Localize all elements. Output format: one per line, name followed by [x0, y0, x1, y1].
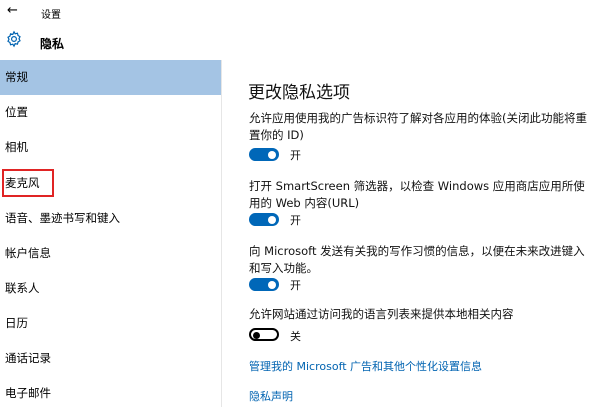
privacy-statement-link[interactable]: 隐私声明	[249, 388, 293, 404]
main-content: 更改隐私选项 允许应用使用我的广告标识符了解对各应用的体验(关闭此功能将重置你的…	[232, 60, 600, 407]
advertising-id-toggle[interactable]	[249, 148, 279, 161]
page-header: 隐私	[0, 26, 600, 60]
option-smartscreen-text: 打开 SmartScreen 筛选器，以检查 Windows 应用商店应用所使用…	[249, 179, 585, 210]
back-arrow-icon[interactable]: ←	[7, 3, 18, 18]
writing-info-toggle-label: 开	[290, 279, 301, 292]
page-title: 隐私	[40, 37, 65, 51]
section-title: 更改隐私选项	[248, 83, 350, 103]
option-writing-info-text: 向 Microsoft 发送有关我的写作习惯的信息，以便在未来改进键入和写入功能…	[249, 244, 585, 275]
advertising-id-toggle-label: 开	[290, 149, 301, 162]
option-language-list-text: 允许网站通过访问我的语言列表来提供本地相关内容	[249, 307, 514, 321]
sidebar-item-speech-inking-typing[interactable]: 语音、墨迹书写和键入	[0, 201, 221, 236]
sidebar-item-account-info[interactable]: 帐户信息	[0, 236, 221, 271]
manage-ads-link[interactable]: 管理我的 Microsoft 广告和其他个性化设置信息	[249, 358, 482, 374]
sidebar-item-general[interactable]: 常规	[0, 60, 221, 95]
gear-icon	[7, 30, 21, 48]
language-list-toggle[interactable]	[249, 328, 279, 341]
sidebar-item-call-history[interactable]: 通话记录	[0, 341, 221, 376]
sidebar: 常规 位置 相机 麦克风 语音、墨迹书写和键入 帐户信息 联系人 日历 通话记录…	[0, 60, 222, 407]
writing-info-toggle[interactable]	[249, 278, 279, 291]
sidebar-item-email[interactable]: 电子邮件	[0, 376, 221, 411]
option-advertising-id-text: 允许应用使用我的广告标识符了解对各应用的体验(关闭此功能将重置你的 ID)	[249, 111, 587, 142]
language-list-toggle-label: 关	[290, 330, 301, 343]
title-bar: ← 设置	[0, 0, 600, 26]
smartscreen-toggle[interactable]	[249, 213, 279, 226]
sidebar-item-contacts[interactable]: 联系人	[0, 271, 221, 306]
smartscreen-toggle-label: 开	[290, 214, 301, 227]
sidebar-item-microphone[interactable]: 麦克风	[0, 166, 221, 201]
window-title: 设置	[41, 10, 61, 21]
sidebar-item-calendar[interactable]: 日历	[0, 306, 221, 341]
sidebar-item-location[interactable]: 位置	[0, 95, 221, 130]
sidebar-item-camera[interactable]: 相机	[0, 130, 221, 165]
